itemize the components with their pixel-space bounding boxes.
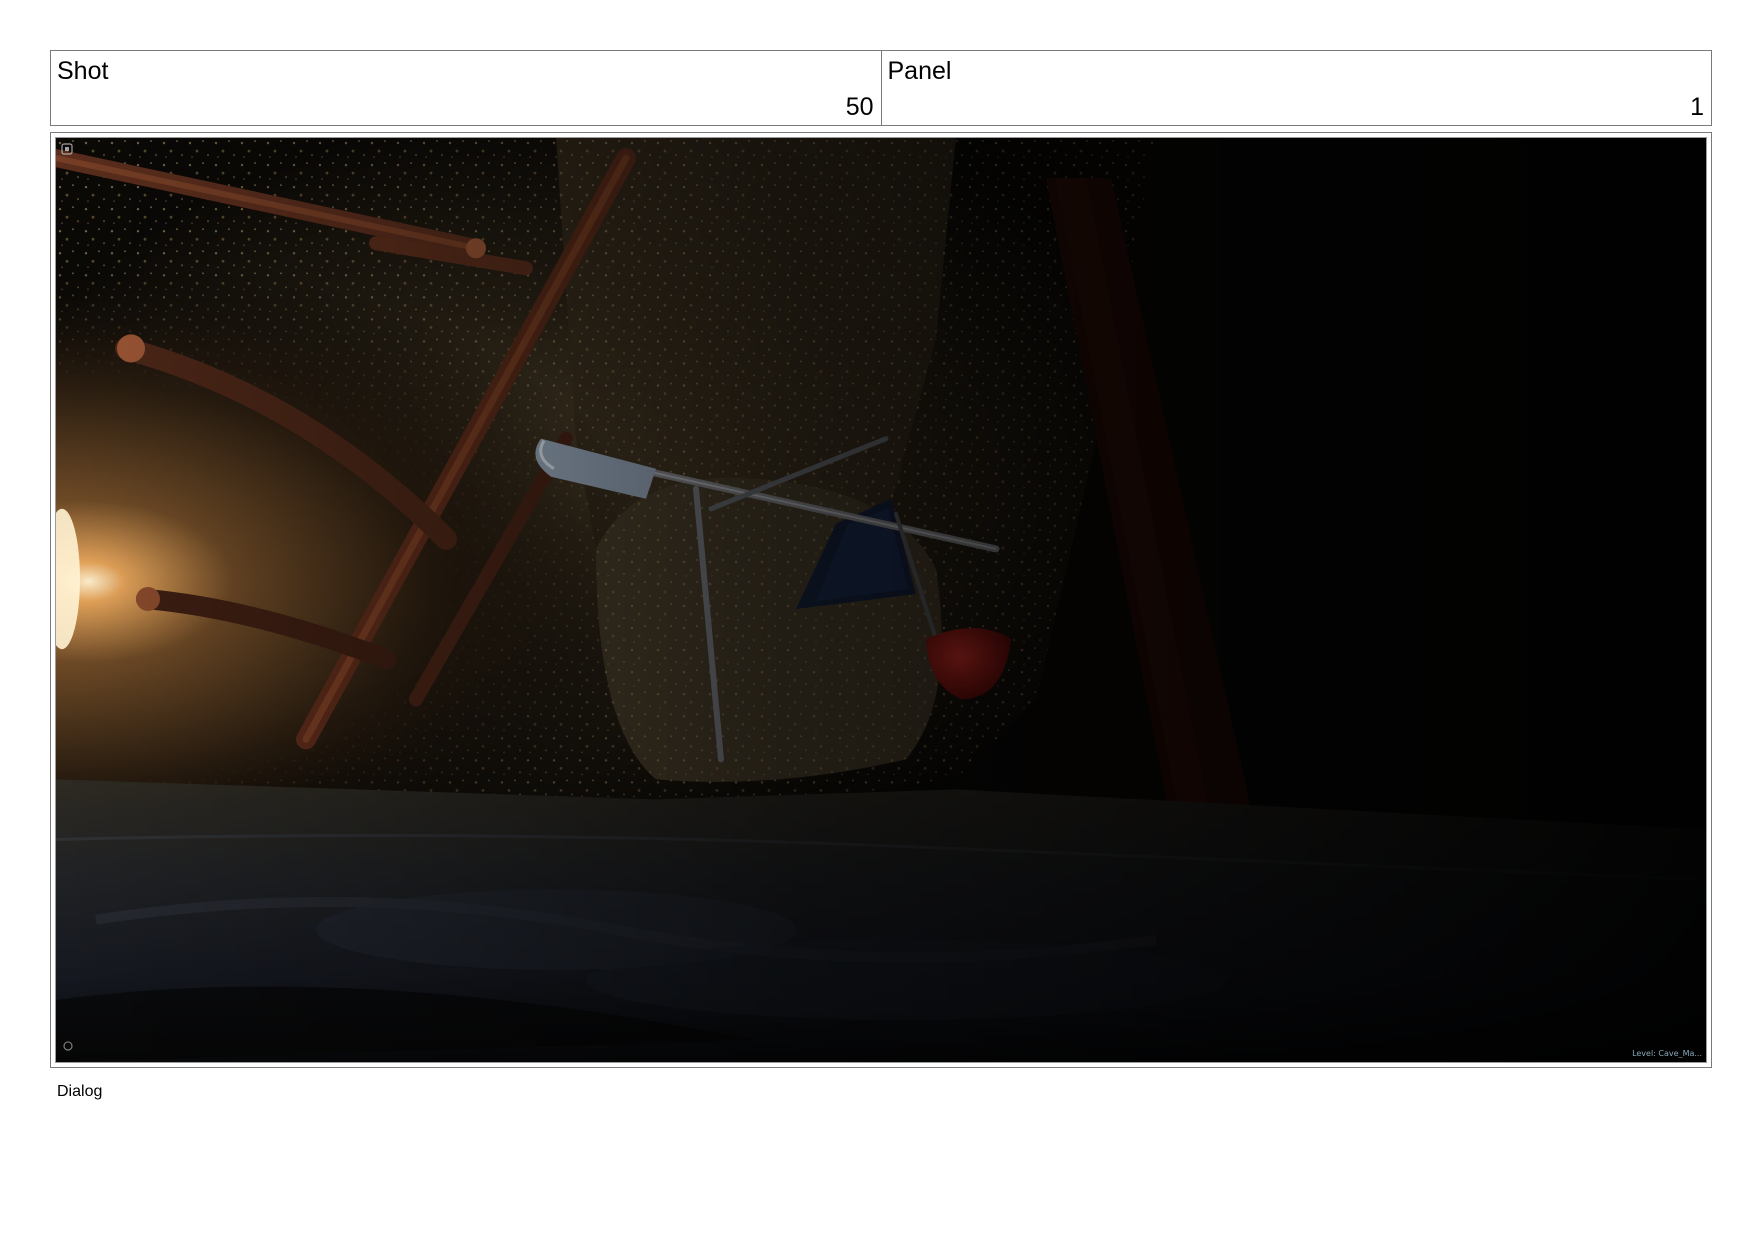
shot-panel-header: Shot 50 Panel 1 bbox=[50, 50, 1712, 126]
shot-cell: Shot 50 bbox=[51, 51, 881, 125]
cave-scene-illustration bbox=[56, 138, 1706, 1062]
frame-image: Level: Cave_Ma... bbox=[55, 137, 1707, 1063]
hud-level-text: Level: Cave_Ma... bbox=[1632, 1049, 1702, 1058]
panel-number: 1 bbox=[1690, 93, 1704, 121]
dialog-label: Dialog bbox=[57, 1083, 103, 1100]
panel-label: Panel bbox=[887, 57, 952, 85]
shot-number: 50 bbox=[845, 93, 874, 121]
shot-label: Shot bbox=[57, 57, 109, 85]
storyboard-frame: Level: Cave_Ma... bbox=[50, 132, 1712, 1068]
panel-cell: Panel 1 bbox=[880, 51, 1712, 125]
